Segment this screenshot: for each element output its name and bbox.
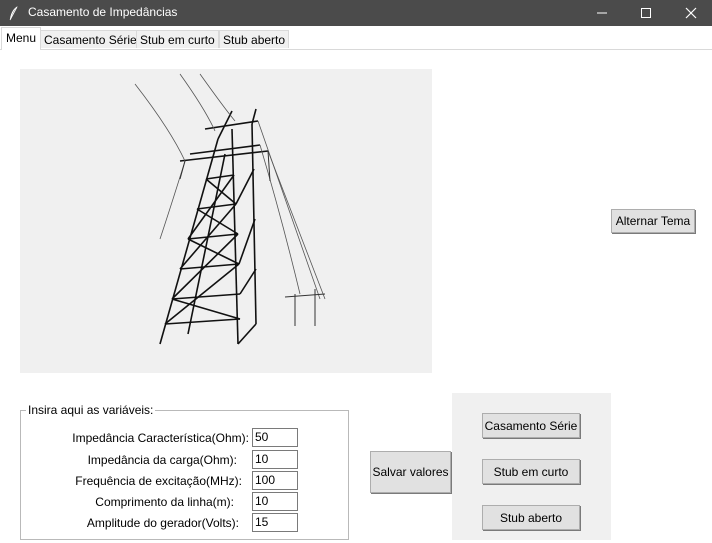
characteristic-impedance-input[interactable]: 50 — [252, 428, 298, 447]
tab-stub-em-curto[interactable]: Stub em curto — [136, 30, 219, 48]
feather-icon — [9, 6, 18, 21]
load-impedance-label: Impedância da carga(Ohm): — [87, 453, 237, 467]
close-icon — [685, 7, 697, 19]
close-button[interactable] — [668, 0, 712, 26]
tab-menu[interactable]: Menu — [1, 27, 42, 50]
open-stub-button[interactable]: Stub aberto — [482, 505, 580, 530]
characteristic-impedance-label: Impedância Característica(Ohm): — [72, 431, 249, 445]
variables-legend: Insira aqui as variáveis: — [26, 403, 156, 417]
load-impedance-input[interactable]: 10 — [252, 450, 298, 469]
maximize-button[interactable] — [623, 0, 669, 26]
title-bar: Casamento de Impedâncias — [0, 0, 712, 26]
excitation-frequency-input[interactable]: 100 — [252, 471, 298, 490]
line-length-label: Comprimento da linha(m): — [95, 495, 234, 509]
maximize-icon — [641, 8, 651, 18]
window-title: Casamento de Impedâncias — [28, 5, 178, 19]
line-length-input[interactable]: 10 — [252, 492, 298, 511]
notebook-tabs: Menu Casamento Série Stub em curto Stub … — [0, 26, 712, 50]
transmission-tower-drawing — [134, 73, 326, 345]
short-stub-button[interactable]: Stub em curto — [482, 459, 580, 484]
save-values-button[interactable]: Salvar valores — [370, 451, 451, 493]
generator-amplitude-label: Amplitude do gerador(Volts): — [86, 516, 239, 530]
tab-stub-aberto[interactable]: Stub aberto — [219, 30, 290, 48]
minimize-icon — [597, 12, 607, 14]
minimize-button[interactable] — [579, 0, 625, 26]
transmission-tower-image — [20, 69, 432, 373]
tab-casamento-serie[interactable]: Casamento Série — [40, 30, 141, 48]
toggle-theme-button[interactable]: Alternar Tema — [611, 209, 695, 233]
generator-amplitude-input[interactable]: 15 — [252, 513, 298, 532]
series-matching-button[interactable]: Casamento Série — [482, 413, 580, 438]
excitation-frequency-label: Frequência de excitação(MHz): — [75, 474, 242, 488]
